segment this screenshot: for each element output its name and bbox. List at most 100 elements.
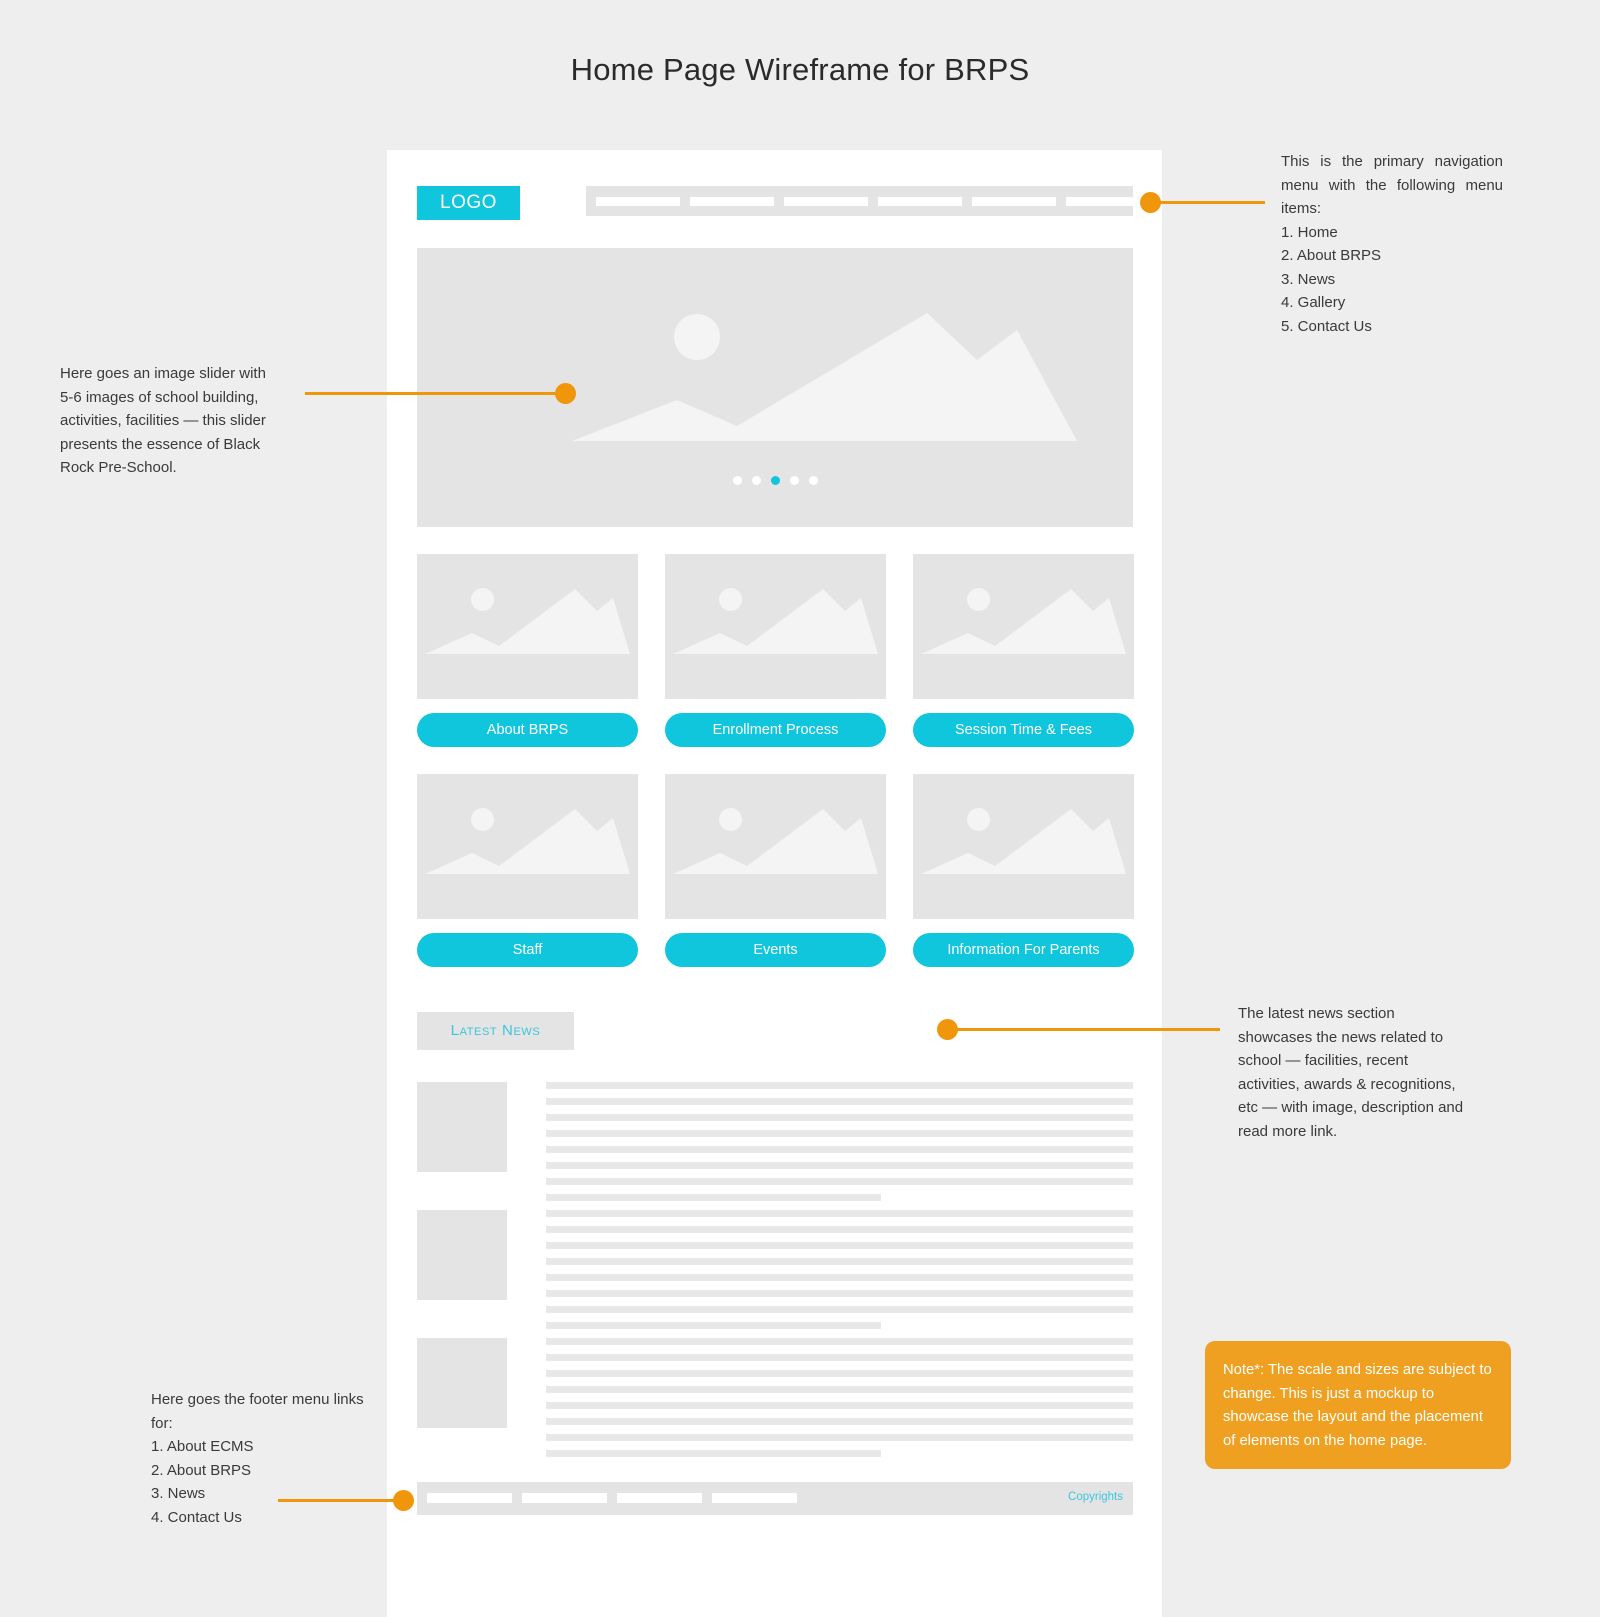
text-line bbox=[546, 1354, 1133, 1361]
text-line bbox=[546, 1450, 881, 1457]
text-line bbox=[546, 1418, 1133, 1425]
slider-annotation-leader-dot bbox=[555, 383, 576, 404]
news-article-thumbnail bbox=[417, 1210, 507, 1300]
card-mountain-placeholder-icon bbox=[673, 809, 878, 874]
text-line bbox=[546, 1114, 1133, 1121]
feature-card-thumbnail bbox=[665, 554, 886, 699]
text-line bbox=[546, 1370, 1133, 1377]
feature-card-button[interactable]: Staff bbox=[417, 933, 638, 967]
nav-annotation-item: 3. News bbox=[1281, 270, 1336, 288]
nav-annotation-item: 2. About BRPS bbox=[1281, 247, 1382, 264]
slider-dot[interactable] bbox=[808, 476, 818, 485]
text-line bbox=[546, 1178, 1133, 1185]
feature-card[interactable]: Events bbox=[665, 774, 886, 967]
feature-card-thumbnail bbox=[913, 554, 1134, 699]
wireframe-canvas: LOGO About BRPS Enrollment Process Sessi… bbox=[387, 150, 1162, 1617]
text-line bbox=[546, 1194, 881, 1201]
nav-item-placeholder[interactable] bbox=[878, 197, 962, 206]
news-article[interactable] bbox=[417, 1210, 1133, 1329]
footer-annotation: Here goes the footer menu links for: 1. … bbox=[151, 1388, 381, 1529]
news-annotation-leader-dot bbox=[937, 1019, 958, 1040]
feature-card-thumbnail bbox=[913, 774, 1134, 919]
feature-card-button[interactable]: Session Time & Fees bbox=[913, 713, 1134, 747]
card-mountain-placeholder-icon bbox=[921, 589, 1126, 654]
nav-item-placeholder[interactable] bbox=[690, 197, 774, 206]
slider-dot[interactable] bbox=[751, 476, 761, 485]
slider-annotation-leader-line bbox=[305, 392, 565, 395]
image-slider[interactable] bbox=[417, 248, 1133, 527]
latest-news-heading-label: Latest News bbox=[450, 1022, 541, 1039]
news-article[interactable] bbox=[417, 1338, 1133, 1457]
nav-item-placeholder[interactable] bbox=[596, 197, 680, 206]
text-line bbox=[546, 1226, 1133, 1233]
footer-annotation-leader-dot bbox=[393, 1490, 414, 1511]
primary-navigation-bar[interactable] bbox=[586, 186, 1150, 216]
slider-dots[interactable] bbox=[417, 476, 1133, 485]
note-box: Note*: The scale and sizes are subject t… bbox=[1205, 1341, 1511, 1469]
feature-card-button[interactable]: Information For Parents bbox=[913, 933, 1134, 967]
feature-card-button[interactable]: Events bbox=[665, 933, 886, 967]
copyrights-label: Copyrights bbox=[1068, 1491, 1123, 1503]
text-line bbox=[546, 1402, 1133, 1409]
note-box-text: Note*: The scale and sizes are subject t… bbox=[1223, 1362, 1492, 1449]
news-article-thumbnail bbox=[417, 1338, 507, 1428]
nav-annotation-leader-dot bbox=[1140, 192, 1161, 213]
nav-annotation-item: 4. Gallery bbox=[1281, 294, 1346, 311]
feature-card-thumbnail bbox=[417, 554, 638, 699]
text-line bbox=[546, 1306, 1133, 1313]
feature-card[interactable]: About BRPS bbox=[417, 554, 638, 747]
nav-annotation-item: 1. Home bbox=[1281, 223, 1338, 241]
text-line bbox=[546, 1434, 1133, 1441]
text-line bbox=[546, 1242, 1133, 1249]
text-line bbox=[546, 1338, 1133, 1345]
footer-link-placeholder[interactable] bbox=[427, 1493, 512, 1503]
slider-mountain-placeholder-icon bbox=[572, 313, 1077, 441]
text-line bbox=[546, 1322, 881, 1329]
news-article-text-placeholder bbox=[546, 1082, 1133, 1210]
card-mountain-placeholder-icon bbox=[921, 809, 1126, 874]
footer-link-placeholder[interactable] bbox=[617, 1493, 702, 1503]
feature-card[interactable]: Enrollment Process bbox=[665, 554, 886, 747]
news-article-thumbnail bbox=[417, 1082, 507, 1172]
slider-annotation-text: Here goes an image slider with 5-6 image… bbox=[60, 365, 266, 476]
footer-link-placeholder[interactable] bbox=[522, 1493, 607, 1503]
text-line bbox=[546, 1098, 1133, 1105]
text-line bbox=[546, 1130, 1133, 1137]
footer-annotation-item: 1. About ECMS bbox=[151, 1438, 254, 1455]
feature-card[interactable]: Session Time & Fees bbox=[913, 554, 1134, 747]
page-title: Home Page Wireframe for BRPS bbox=[570, 52, 1030, 87]
text-line bbox=[546, 1386, 1133, 1393]
nav-annotation-leader-line bbox=[1155, 201, 1265, 204]
text-line bbox=[546, 1274, 1133, 1281]
text-line bbox=[546, 1210, 1133, 1217]
slider-dot[interactable] bbox=[789, 476, 799, 485]
logo: LOGO bbox=[417, 186, 520, 220]
feature-card[interactable]: Staff bbox=[417, 774, 638, 967]
card-mountain-placeholder-icon bbox=[673, 589, 878, 654]
feature-card-thumbnail bbox=[665, 774, 886, 919]
feature-card-button[interactable]: Enrollment Process bbox=[665, 713, 886, 747]
nav-annotation-item: 5. Contact Us bbox=[1281, 317, 1372, 335]
footer-link-placeholder[interactable] bbox=[712, 1493, 797, 1503]
footer-annotation-text: Here goes the footer menu links for: bbox=[151, 1391, 364, 1432]
feature-card-button[interactable]: About BRPS bbox=[417, 713, 638, 747]
feature-card[interactable]: Information For Parents bbox=[913, 774, 1134, 967]
text-line bbox=[546, 1082, 1133, 1089]
news-annotation: The latest news section showcases the ne… bbox=[1238, 1002, 1470, 1143]
nav-annotation-text: This is the primary navigation menu with… bbox=[1281, 153, 1503, 217]
nav-item-placeholder[interactable] bbox=[784, 197, 868, 206]
news-article-text-placeholder bbox=[546, 1210, 1133, 1338]
news-annotation-leader-line bbox=[955, 1028, 1220, 1031]
slider-dot-active[interactable] bbox=[770, 476, 780, 485]
footer-annotation-item: 4. Contact Us bbox=[151, 1508, 242, 1526]
news-article-text-placeholder bbox=[546, 1338, 1133, 1466]
news-article[interactable] bbox=[417, 1082, 1133, 1201]
footer-bar: Copyrights bbox=[417, 1482, 1133, 1515]
slider-dot[interactable] bbox=[732, 476, 742, 485]
nav-item-placeholder[interactable] bbox=[1066, 197, 1150, 206]
text-line bbox=[546, 1290, 1133, 1297]
feature-card-thumbnail bbox=[417, 774, 638, 919]
nav-item-placeholder[interactable] bbox=[972, 197, 1056, 206]
news-annotation-text: The latest news section showcases the ne… bbox=[1238, 1005, 1464, 1140]
nav-annotation: This is the primary navigation menu with… bbox=[1281, 150, 1503, 338]
